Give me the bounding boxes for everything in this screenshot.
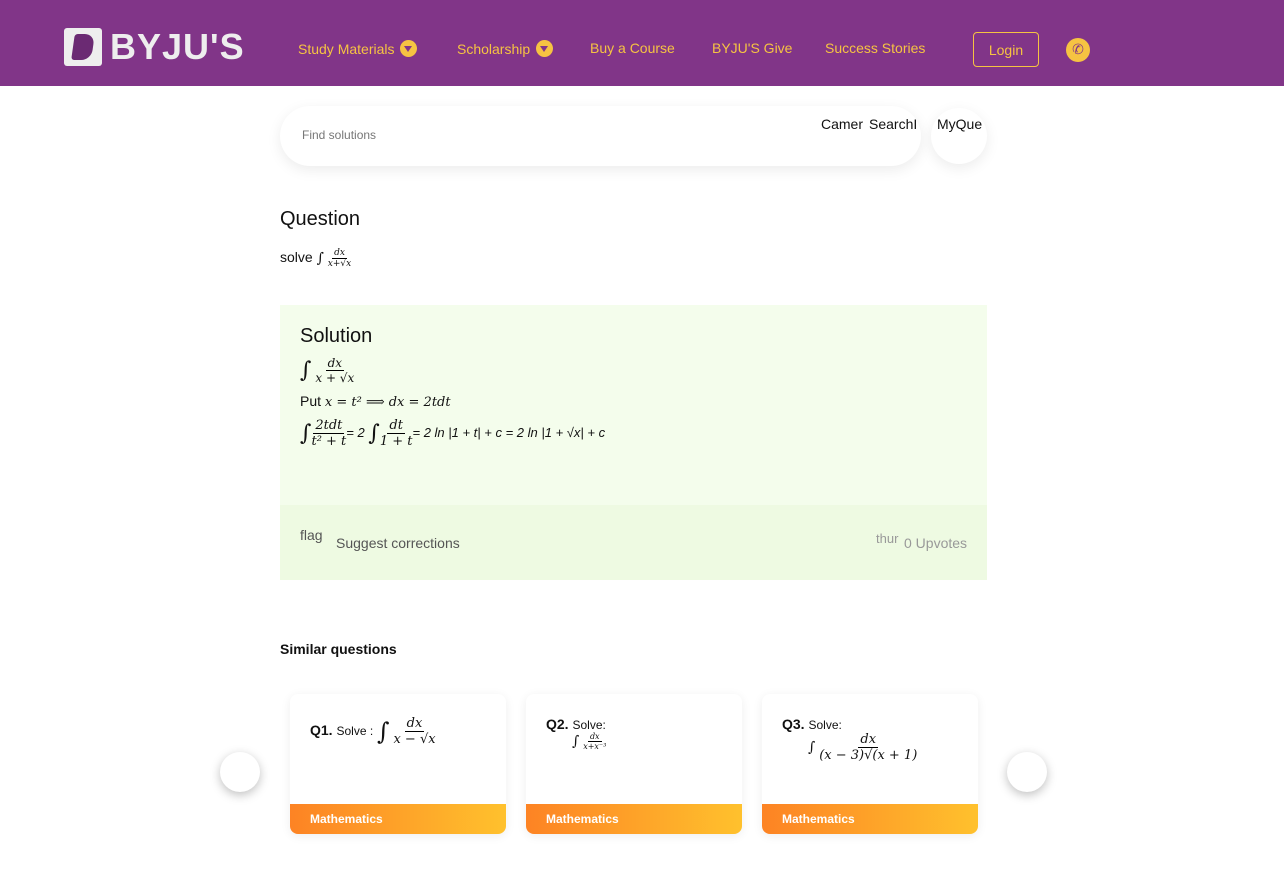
question-number: Q1. xyxy=(310,722,333,739)
similar-question-card[interactable]: Q2. Solve: ∫ dx x+x⁻³ Mathematics xyxy=(526,694,742,834)
nav-study-materials[interactable]: Study Materials xyxy=(298,40,418,57)
denominator: x + √x xyxy=(315,371,355,385)
logo-text: BYJU'S xyxy=(110,26,245,67)
upvote-count: 0 Upvotes xyxy=(904,535,968,551)
nav-label: BYJU'S Give xyxy=(712,40,793,56)
numerator: dx xyxy=(325,356,345,371)
phone-icon[interactable]: ✆ xyxy=(1066,38,1090,62)
carousel-prev-button[interactable] xyxy=(220,752,260,792)
question-text: solve ∫ dx x+√x xyxy=(280,248,351,269)
nav-label: Scholarship xyxy=(457,40,531,57)
numerator: dx xyxy=(587,732,602,742)
nav-label: Buy a Course xyxy=(590,40,675,56)
question-prefix: Solve : xyxy=(336,724,374,739)
denominator: (x − 3)√(x + 1) xyxy=(819,748,918,763)
question-prefix: Solve: xyxy=(572,718,606,732)
numerator: dx xyxy=(404,716,425,732)
search-input[interactable] xyxy=(302,128,752,142)
solution-math: = 2 xyxy=(346,424,365,440)
solution-step-text: Put xyxy=(300,393,322,409)
header: BYJU'S Study Materials Scholarship Buy a… xyxy=(0,0,1284,86)
denominator: x+x⁻³ xyxy=(583,742,607,751)
solution-footer: flag Suggest corrections thur 0 Upvotes xyxy=(280,505,987,580)
question-number: Q3. xyxy=(782,716,805,732)
subject-tag: Mathematics xyxy=(290,804,506,834)
nav-scholarship[interactable]: Scholarship xyxy=(457,40,554,57)
solution-step-math: x = t² ⟹ dx = 2tdt xyxy=(324,395,451,410)
numerator: 2tdt xyxy=(313,418,345,434)
login-button[interactable]: Login xyxy=(973,32,1039,67)
denominator: x+√x xyxy=(327,259,352,269)
solution-heading: Solution xyxy=(300,325,373,347)
flag-icon[interactable]: flag xyxy=(300,527,323,543)
subject-tag: Mathematics xyxy=(526,804,742,834)
numerator: dx xyxy=(332,248,347,259)
numerator: dt xyxy=(387,418,405,434)
logo-icon xyxy=(64,28,102,66)
chevron-down-icon xyxy=(536,40,554,57)
subject-tag: Mathematics xyxy=(762,804,978,834)
question-heading: Question xyxy=(280,208,361,230)
nav-label: Study Materials xyxy=(298,40,395,57)
similar-question-card[interactable]: Q3. Solve: ∫ dx (x − 3)√(x + 1) Mathemati… xyxy=(762,694,978,834)
denominator: 1 + t xyxy=(379,434,413,449)
denominator: t² + t xyxy=(311,434,347,449)
camera-button[interactable]: Camer xyxy=(821,116,863,132)
search-bar: Camer SearchI xyxy=(280,106,921,166)
nav-buy-course[interactable]: Buy a Course xyxy=(590,40,675,56)
my-questions-button[interactable]: MyQue xyxy=(931,108,987,164)
solution-math: = 2 ln |1 + t| + c = 2 ln |1 + √x| + c xyxy=(412,424,606,440)
similar-question-card[interactable]: Q1. Solve : ∫ dx x − √x Mathematics xyxy=(290,694,506,834)
question-prefix: solve xyxy=(280,249,313,266)
byjus-logo[interactable]: BYJU'S xyxy=(64,26,245,68)
search-button[interactable]: SearchI xyxy=(869,116,917,132)
numerator: dx xyxy=(858,732,879,748)
nav-byjus-give[interactable]: BYJU'S Give xyxy=(712,40,792,56)
question-number: Q2. xyxy=(546,716,569,732)
suggest-corrections-link[interactable]: Suggest corrections xyxy=(336,535,460,551)
chevron-down-icon xyxy=(400,40,418,57)
thumbs-up-icon[interactable]: thur xyxy=(876,531,898,546)
solution-panel: Solution ∫ dx x + √x Put x = t² ⟹ dx = 2t… xyxy=(280,305,987,505)
carousel-next-button[interactable] xyxy=(1007,752,1047,792)
nav-success-stories[interactable]: Success Stories xyxy=(825,40,925,56)
integral-symbol: ∫ xyxy=(316,250,324,267)
similar-questions-heading: Similar questions xyxy=(280,641,397,657)
question-prefix: Solve: xyxy=(808,718,842,732)
denominator: x − √x xyxy=(393,732,436,747)
nav-label: Success Stories xyxy=(825,40,926,56)
